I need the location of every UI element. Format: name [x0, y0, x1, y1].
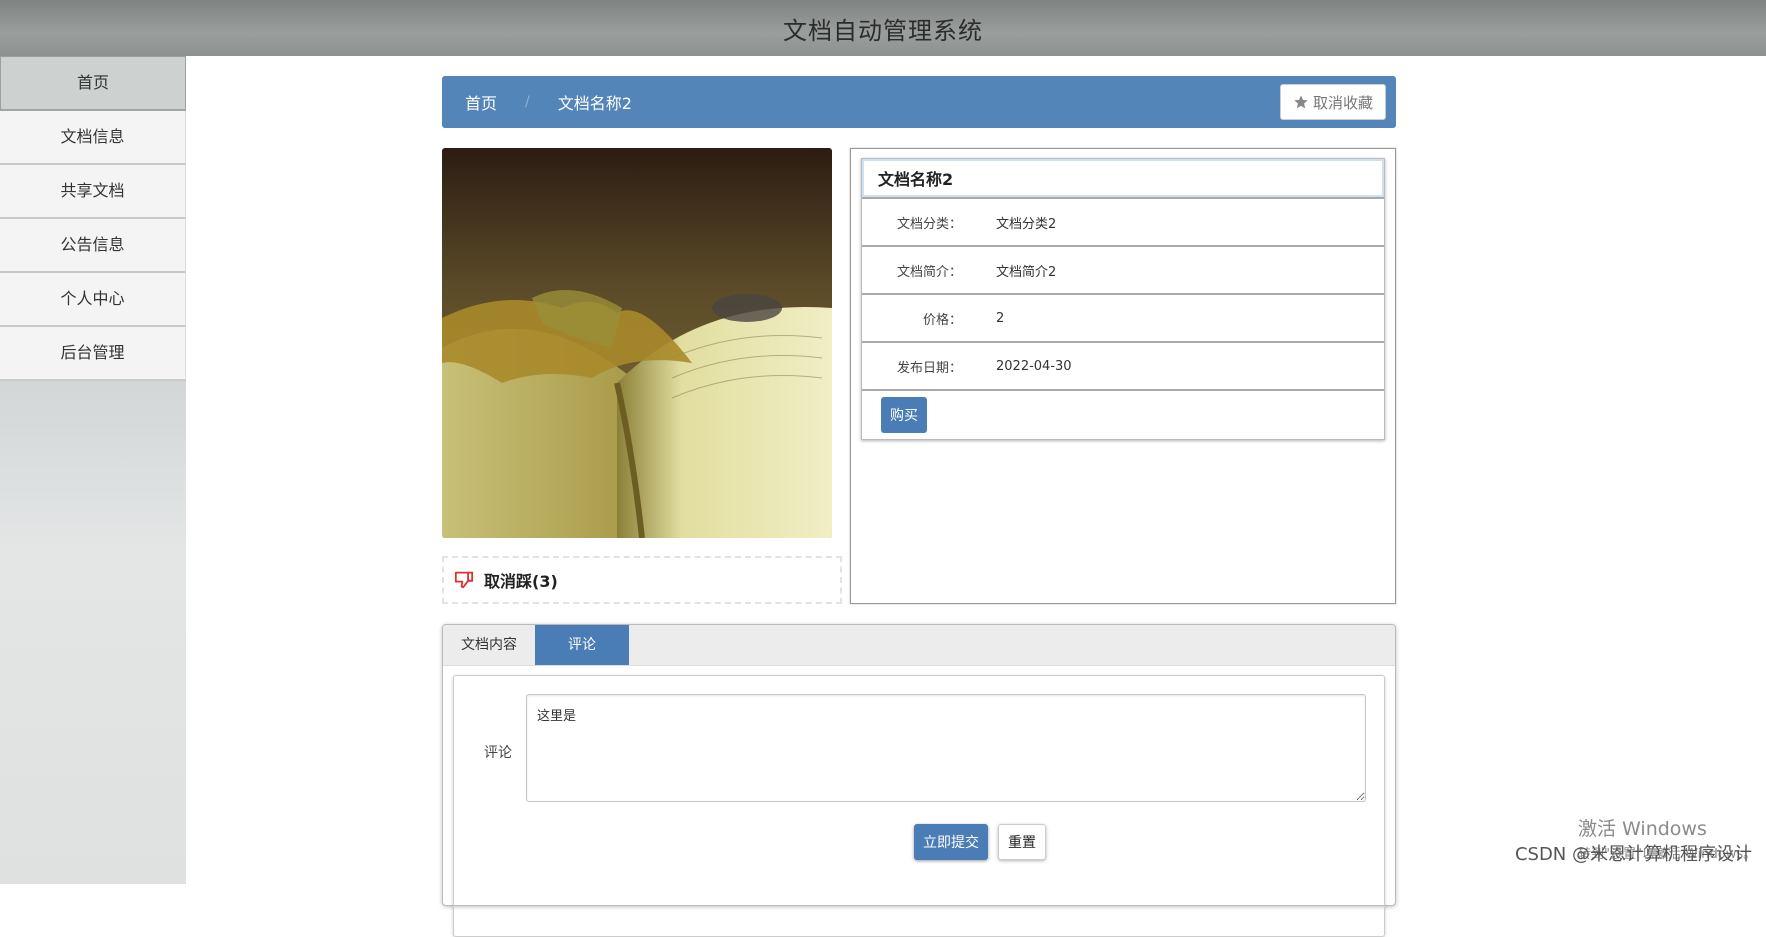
- sidebar-item-personal-center[interactable]: 个人中心: [0, 273, 186, 327]
- breadcrumb-current: 文档名称2: [557, 94, 632, 113]
- tab-comments[interactable]: 评论: [535, 625, 629, 665]
- detail-row-price: 价格： 2: [862, 293, 1384, 341]
- windows-activation-title: 激活 Windows: [1578, 818, 1707, 840]
- breadcrumb: 首页 / 文档名称2 取消收藏: [442, 76, 1396, 128]
- detail-value: 2022-04-30: [996, 358, 1072, 374]
- sidebar-item-shared-documents[interactable]: 共享文档: [0, 165, 186, 219]
- comment-textarea[interactable]: 这里是: [526, 694, 1366, 802]
- detail-key: 发布日期：: [896, 360, 962, 376]
- csdn-watermark: CSDN @米恩计算机程序设计: [1514, 844, 1752, 865]
- breadcrumb-home-link[interactable]: 首页: [465, 90, 497, 114]
- detail-key: 价格：: [922, 312, 962, 328]
- detail-row-actions: 购买: [862, 389, 1384, 439]
- sidebar-item-admin[interactable]: 后台管理: [0, 327, 186, 381]
- content-tabs-panel: 文档内容 评论 评论 这里是 立即提交 重置: [442, 624, 1396, 937]
- app-header: 文档自动管理系统: [0, 0, 1766, 56]
- app-title: 文档自动管理系统: [783, 16, 983, 45]
- document-title: 文档名称2: [862, 159, 1384, 197]
- thumbs-down-icon: [454, 571, 474, 589]
- detail-value: 2: [996, 310, 1005, 326]
- detail-row-publish-date: 发布日期： 2022-04-30: [862, 341, 1384, 389]
- sidebar-item-documents[interactable]: 文档信息: [0, 111, 186, 165]
- reset-button[interactable]: 重置: [998, 824, 1046, 860]
- sidebar-item-home[interactable]: 首页: [0, 56, 186, 111]
- tab-document-content[interactable]: 文档内容: [443, 625, 535, 665]
- breadcrumb-separator: /: [525, 94, 530, 110]
- document-cover-image: [442, 148, 832, 538]
- comment-label: 评论: [484, 745, 512, 761]
- dislike-label: 取消踩(3): [484, 572, 558, 591]
- sidebar-item-announcements[interactable]: 公告信息: [0, 219, 186, 273]
- detail-value: 文档简介2: [996, 264, 1057, 280]
- unfavorite-button[interactable]: 取消收藏: [1279, 84, 1386, 120]
- detail-key: 文档简介：: [896, 264, 962, 280]
- detail-value: 文档分类2: [996, 216, 1057, 232]
- submit-comment-button[interactable]: 立即提交: [914, 824, 988, 860]
- tab-bar: 文档内容 评论: [443, 625, 1395, 666]
- detail-key: 文档分类：: [896, 216, 962, 232]
- unfavorite-label: 取消收藏: [1312, 93, 1373, 112]
- detail-row-summary: 文档简介： 文档简介2: [862, 245, 1384, 293]
- document-detail-table: 文档名称2 文档分类： 文档分类2 文档简介： 文档简介2 价格： 2 发布日期…: [861, 158, 1385, 440]
- detail-row-category: 文档分类： 文档分类2: [862, 197, 1384, 245]
- comment-form: 评论 这里是 立即提交 重置: [453, 675, 1385, 937]
- document-detail-panel: 文档名称2 文档分类： 文档分类2 文档简介： 文档简介2 价格： 2 发布日期…: [850, 148, 1396, 604]
- star-icon: [1294, 95, 1308, 109]
- buy-button[interactable]: 购买: [881, 397, 927, 433]
- dislike-toggle[interactable]: 取消踩(3): [442, 556, 842, 604]
- sidebar-nav: 首页 文档信息 共享文档 公告信息 个人中心 后台管理: [0, 56, 186, 884]
